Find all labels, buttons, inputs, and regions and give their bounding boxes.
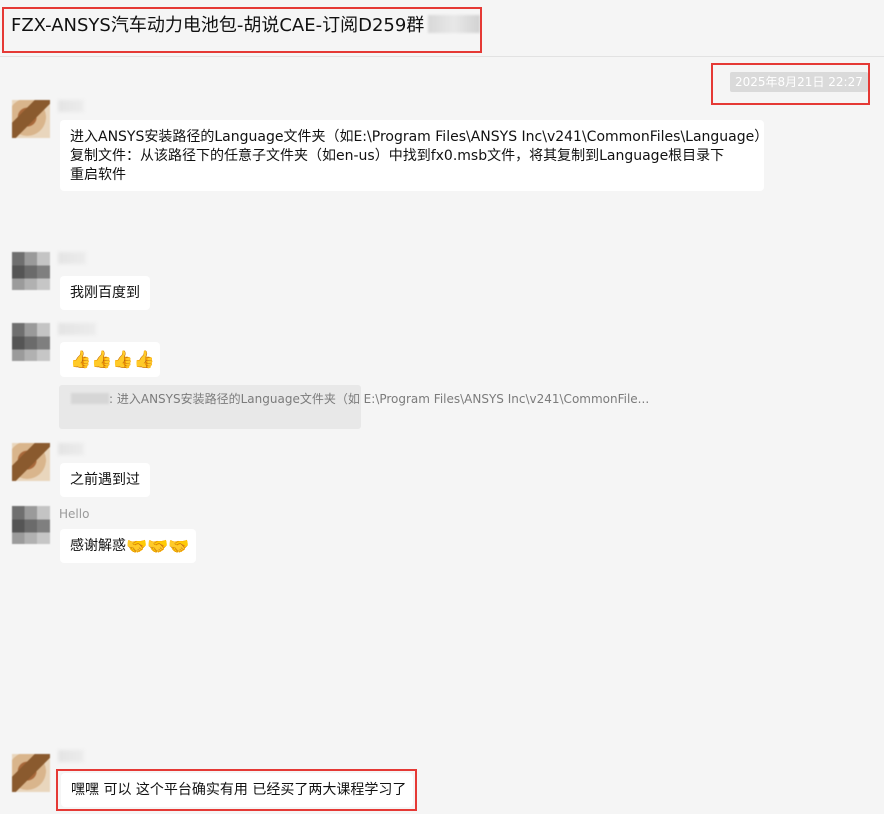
quoted-message[interactable]: : 进入ANSYS安装路径的Language文件夹（如 E:\Program F… <box>59 385 649 429</box>
message-bubble[interactable]: 之前遇到过 <box>60 463 150 497</box>
sender-name-redacted <box>58 252 86 264</box>
sender-name: Hello <box>59 507 90 521</box>
thumbs-up-icon: 👍👍👍👍 <box>70 350 155 370</box>
message-bubble-thumbs[interactable]: 👍👍👍👍 <box>60 342 160 377</box>
avatar[interactable] <box>12 506 50 544</box>
message-bubble-thanks[interactable]: 感谢解惑🤝🤝🤝 <box>60 529 196 563</box>
avatar[interactable] <box>12 443 50 481</box>
quote-line: : 进入ANSYS安装路径的Language文件夹（如 <box>109 392 360 406</box>
testimonial-highlight-box <box>56 769 417 811</box>
message-text: 感谢解惑 <box>70 538 126 554</box>
message-line: 复制文件：从该路径下的任意子文件夹（如en-us）中找到fx0.msb文件，将其… <box>70 148 725 164</box>
avatar[interactable] <box>12 252 50 290</box>
message-line: 进入ANSYS安装路径的Language文件夹（如E:\Program File… <box>70 129 769 145</box>
handshake-icon: 🤝🤝🤝 <box>126 537 190 557</box>
sender-name-redacted <box>58 323 96 335</box>
timestamp-highlight-box <box>711 63 870 105</box>
message-bubble[interactable]: 我刚百度到 <box>60 276 150 310</box>
message-line: 重启软件 <box>70 167 126 183</box>
avatar[interactable] <box>12 754 50 792</box>
sender-name-redacted <box>58 443 84 455</box>
quote-sender-redacted <box>71 393 109 404</box>
quote-line: E:\Program Files\ANSYS Inc\v241\CommonFi… <box>363 392 650 406</box>
sender-name-redacted <box>58 750 84 762</box>
avatar[interactable] <box>12 323 50 361</box>
sender-name-redacted <box>58 100 84 112</box>
avatar[interactable] <box>12 100 50 138</box>
message-bubble-install-steps[interactable]: 进入ANSYS安装路径的Language文件夹（如E:\Program File… <box>60 120 769 191</box>
title-highlight-box <box>2 7 482 53</box>
